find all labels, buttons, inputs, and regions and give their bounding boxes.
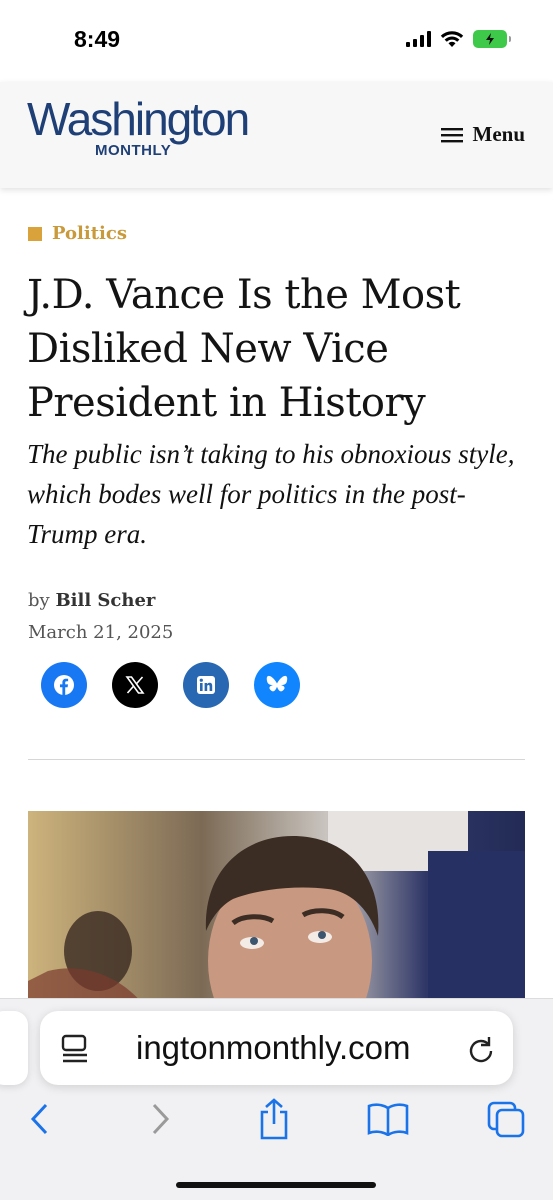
bookmarks-icon <box>367 1103 409 1136</box>
byline: by Bill Scher <box>28 590 155 611</box>
status-time: 8:49 <box>74 26 121 52</box>
menu-label: Menu <box>472 122 526 146</box>
site-header: Washington MONTHLY Menu <box>0 82 553 188</box>
category-tag[interactable]: Politics <box>28 223 127 244</box>
article-headline: J.D. Vance Is the Most Disliked New Vice… <box>27 272 461 426</box>
site-logo[interactable]: Washington MONTHLY <box>27 96 277 166</box>
logo-subtitle: MONTHLY <box>95 142 172 159</box>
publish-date: March 21, 2025 <box>28 622 174 643</box>
byline-prefix: by <box>28 590 50 611</box>
linkedin-icon <box>197 676 215 694</box>
status-bar: 8:49 <box>0 0 553 82</box>
share-icon <box>260 1098 288 1140</box>
section-divider <box>28 759 525 760</box>
hamburger-icon <box>440 127 463 142</box>
share-button[interactable] <box>252 1098 296 1140</box>
menu-button[interactable]: Menu <box>440 122 526 147</box>
back-icon <box>30 1103 48 1135</box>
linkedin-share-button[interactable] <box>183 662 229 708</box>
bluesky-share-button[interactable] <box>254 662 300 708</box>
reload-icon[interactable] <box>465 1033 497 1065</box>
tabs-icon <box>487 1101 525 1138</box>
cellular-signal-icon <box>406 31 431 47</box>
browser-toolbar: ingtonmonthly.com <box>0 998 553 1200</box>
logo-wordmark: Washington <box>27 93 250 145</box>
x-share-button[interactable] <box>112 662 158 708</box>
address-bar[interactable]: ingtonmonthly.com <box>40 1011 513 1085</box>
wifi-icon <box>440 31 464 47</box>
article-dek: The public isn’t taking to his obnoxious… <box>27 439 515 549</box>
home-indicator <box>176 1182 376 1188</box>
battery-charging-icon <box>473 30 511 48</box>
back-button[interactable] <box>18 1099 62 1139</box>
status-icons <box>406 30 511 48</box>
reader-icon[interactable] <box>60 1033 90 1065</box>
x-icon <box>125 676 145 694</box>
address-url: ingtonmonthly.com <box>136 1029 411 1066</box>
category-marker <box>28 226 42 241</box>
facebook-share-button[interactable] <box>41 662 87 708</box>
author-link[interactable]: Bill Scher <box>55 590 155 611</box>
previous-tab-pill[interactable] <box>0 1011 28 1085</box>
bluesky-icon <box>266 675 288 692</box>
bookmarks-button[interactable] <box>366 1099 410 1139</box>
facebook-icon <box>54 675 74 695</box>
forward-button[interactable] <box>138 1099 182 1139</box>
tabs-button[interactable] <box>484 1099 528 1139</box>
share-buttons <box>41 662 300 708</box>
forward-icon <box>152 1103 170 1135</box>
category-label: Politics <box>52 223 127 244</box>
